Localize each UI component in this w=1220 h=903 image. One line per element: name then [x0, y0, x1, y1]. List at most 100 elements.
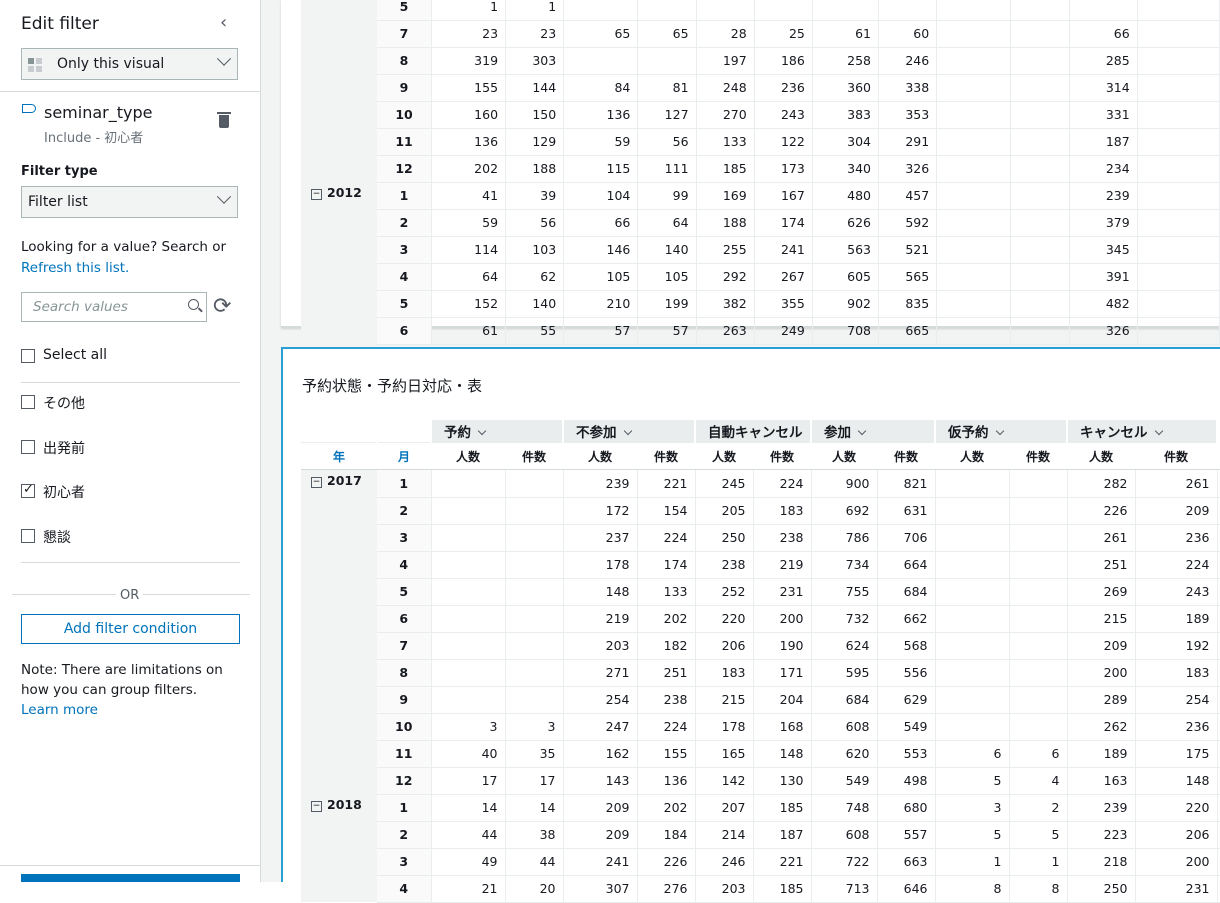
table-row: 4 178 174 238 219 734 664 251 224	[301, 551, 1220, 579]
measure-header[interactable]: 件数	[505, 442, 563, 470]
empty-header	[301, 420, 378, 443]
scope-dropdown[interactable]: Only this visual	[21, 48, 238, 80]
checkbox[interactable]	[21, 395, 35, 409]
value-cell	[1137, 20, 1220, 48]
group-header[interactable]: 予約	[431, 420, 564, 443]
chevron-down-icon[interactable]	[623, 426, 632, 436]
value-cell: 160	[431, 101, 507, 129]
group-header[interactable]: キャンセル	[1067, 420, 1218, 443]
search-icon	[188, 299, 199, 310]
value-cell: 84	[563, 74, 639, 102]
collapse-minus-icon[interactable]: −	[311, 189, 322, 200]
value-cell: 708	[812, 317, 880, 345]
value-cell: 221	[637, 469, 696, 498]
value-cell	[936, 236, 1012, 264]
value-cell: 172	[563, 497, 638, 525]
month-header[interactable]: 月	[377, 442, 431, 470]
trash-icon[interactable]	[217, 112, 231, 128]
add-filter-condition-button[interactable]: Add filter condition	[21, 614, 240, 644]
value-cell: 663	[877, 848, 936, 876]
measure-header[interactable]: 人数	[695, 442, 753, 470]
value-cell: 150	[505, 101, 565, 129]
measure-header[interactable]: 件数	[1135, 442, 1217, 470]
pivot-visual-1[interactable]: 5 1 1 7 23 23 65 65 28 25 61 60 66 8 319 303 197 186 258 24…	[281, 0, 1220, 345]
filter-type-dropdown[interactable]: Filter list	[21, 186, 238, 218]
search-values-input[interactable]: Search values	[21, 292, 207, 322]
chevron-down-icon[interactable]	[857, 426, 867, 436]
value-cell	[505, 578, 564, 606]
value-cell	[696, 0, 755, 21]
value-cell: 168	[753, 713, 812, 741]
value-cell: 664	[877, 551, 936, 579]
value-cell: 592	[878, 209, 938, 237]
value-cell: 206	[1135, 821, 1218, 849]
value-cell: 189	[1135, 605, 1218, 633]
value-cell	[1010, 47, 1070, 75]
value-cell	[936, 155, 1012, 183]
value-cell: 1	[935, 848, 1010, 876]
divider	[21, 562, 240, 563]
checkbox[interactable]	[21, 440, 35, 454]
measure-header[interactable]: 人数	[935, 442, 1009, 470]
value-cell: 140	[505, 290, 565, 318]
value-cell	[936, 290, 1012, 318]
month-cell: 11	[377, 128, 432, 156]
value-cell: 215	[1067, 605, 1136, 633]
refresh-icon[interactable]: ⟳	[213, 296, 231, 318]
value-cell: 122	[754, 128, 813, 156]
value-cell	[936, 20, 1012, 48]
value-cell: 480	[812, 182, 880, 210]
apply-button[interactable]	[21, 874, 240, 882]
refresh-list-link[interactable]: Refresh this list.	[21, 258, 129, 278]
chevron-down-icon[interactable]	[995, 426, 1004, 436]
measure-header[interactable]: 件数	[637, 442, 695, 470]
pivot-visual-2[interactable]: 予約状態・予約日対応・表 予約 不参加 自動キャンセル 参加 仮予約 キャンセル年月人数件…	[281, 347, 1220, 903]
value-cell: 605	[812, 263, 880, 291]
learn-more-link[interactable]: Learn more	[21, 700, 98, 720]
group-header[interactable]: 自動キャンセル	[695, 420, 812, 443]
value-cell: 241	[563, 848, 638, 876]
value-cell: 129	[505, 128, 565, 156]
collapse-chevron-icon[interactable]: ‹	[220, 12, 227, 33]
divider	[0, 91, 260, 92]
value-cell: 326	[878, 155, 938, 183]
value-cell	[935, 632, 1010, 660]
measure-header[interactable]: 人数	[811, 442, 877, 470]
measure-header[interactable]: 人数	[431, 442, 505, 470]
measure-header[interactable]: 人数	[563, 442, 637, 470]
collapse-minus-icon[interactable]: −	[311, 477, 322, 488]
measure-header[interactable]: 件数	[1009, 442, 1067, 470]
group-header[interactable]: 仮予約	[935, 420, 1068, 443]
chevron-down-icon[interactable]	[1154, 426, 1163, 436]
value-cell: 304	[812, 128, 880, 156]
month-cell: 2	[377, 497, 432, 525]
measure-header[interactable]: 件数	[753, 442, 811, 470]
measure-header[interactable]: 件数	[877, 442, 935, 470]
column-group-header: 予約 不参加 自動キャンセル 参加 仮予約 キャンセル	[301, 420, 1220, 443]
value-cell: 61	[431, 317, 507, 345]
value-cell: 202	[637, 794, 696, 822]
filter-field-name[interactable]: seminar_type	[44, 103, 152, 122]
checkbox[interactable]	[21, 529, 35, 543]
year-header[interactable]: 年	[301, 442, 377, 470]
value-cell: 66	[1069, 20, 1138, 48]
checkbox[interactable]	[21, 349, 35, 363]
group-header[interactable]: 参加	[811, 420, 936, 443]
value-cell	[1137, 290, 1220, 318]
option-label: 初心者	[43, 485, 85, 501]
checkbox-checked[interactable]	[21, 482, 35, 498]
option-label: 出発前	[43, 441, 85, 457]
value-cell	[1137, 317, 1220, 345]
value-cell: 8	[935, 875, 1010, 903]
value-cell: 236	[754, 74, 813, 102]
value-cell: 64	[431, 263, 507, 291]
value-cell: 665	[878, 317, 938, 345]
group-header[interactable]: 不参加	[563, 420, 696, 443]
collapse-minus-icon[interactable]: −	[311, 801, 322, 812]
measure-header[interactable]: 人数	[1067, 442, 1135, 470]
value-cell: 221	[753, 848, 812, 876]
chevron-down-icon[interactable]	[477, 426, 487, 436]
month-cell: 9	[377, 686, 432, 714]
table-row: 12 202 188 115 111 185 173 340 326 234	[301, 155, 1220, 183]
value-cell: 238	[753, 524, 812, 552]
